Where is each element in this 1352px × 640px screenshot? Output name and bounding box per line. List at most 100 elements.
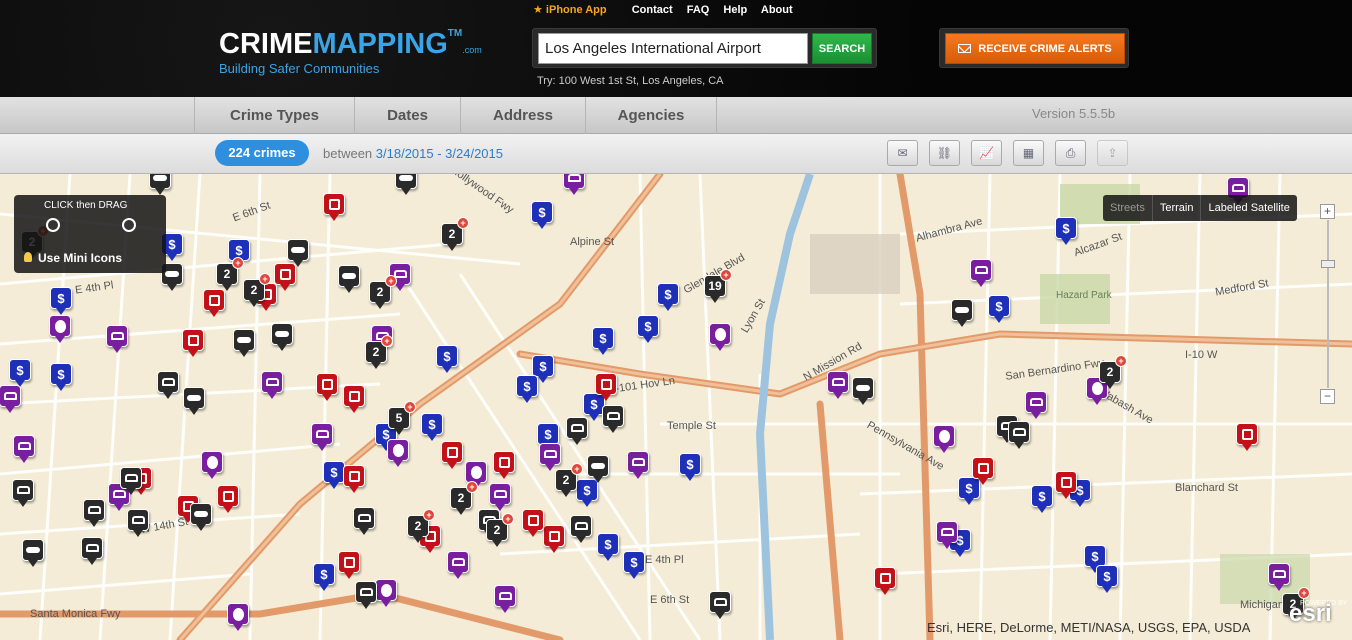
date-range-link[interactable]: 3/18/2015 - 3/24/2015 [376, 146, 503, 161]
burglary-marker[interactable] [81, 537, 103, 565]
email-button[interactable]: ✉ [887, 140, 918, 166]
burglary-marker[interactable]: +2 [450, 481, 478, 515]
theft-marker[interactable]: $ [958, 477, 980, 505]
basemap-streets[interactable]: Streets [1103, 195, 1153, 221]
theft-marker[interactable]: $ [1055, 217, 1077, 245]
burglary-marker[interactable]: +19 [704, 269, 732, 303]
burglary-marker[interactable] [355, 581, 377, 609]
theft-marker[interactable]: $ [637, 315, 659, 343]
vehicle-marker[interactable] [970, 259, 992, 287]
burglary-marker[interactable]: +2 [365, 335, 393, 369]
burglary-marker[interactable] [338, 265, 360, 293]
burglary-marker[interactable] [395, 174, 417, 195]
vehicle-marker[interactable] [49, 315, 71, 343]
faq-link[interactable]: FAQ [687, 4, 710, 16]
tab-agencies[interactable]: Agencies [585, 97, 717, 134]
vehicle-marker[interactable] [933, 425, 955, 453]
print-button[interactable]: ⎙ [1055, 140, 1086, 166]
mini-icons-toggle[interactable]: Use Mini Icons [24, 251, 122, 265]
logo[interactable]: CRIMEMAPPINGTM .com [219, 28, 482, 61]
assault-marker[interactable] [343, 465, 365, 493]
vehicle-marker[interactable] [261, 371, 283, 399]
burglary-marker[interactable] [951, 299, 973, 327]
burglary-marker[interactable]: +2 [555, 463, 583, 497]
search-input[interactable] [538, 33, 808, 64]
vehicle-marker[interactable] [227, 603, 249, 631]
basemap-labeled-satellite[interactable]: Labeled Satellite [1201, 195, 1296, 221]
theft-marker[interactable]: $ [531, 201, 553, 229]
burglary-marker[interactable] [233, 329, 255, 357]
tab-address[interactable]: Address [460, 97, 585, 134]
theft-marker[interactable]: $ [323, 461, 345, 489]
burglary-marker[interactable]: +5 [388, 401, 416, 435]
burglary-marker[interactable] [120, 467, 142, 495]
link-button[interactable]: ⛓ [929, 140, 960, 166]
theft-marker[interactable]: $ [592, 327, 614, 355]
assault-marker[interactable] [343, 385, 365, 413]
assault-marker[interactable] [203, 289, 225, 317]
receive-alerts-button[interactable]: RECEIVE CRIME ALERTS [945, 33, 1125, 64]
vehicle-marker[interactable] [13, 435, 35, 463]
zoom-thumb[interactable] [1321, 260, 1335, 268]
about-link[interactable]: About [761, 4, 793, 16]
vehicle-marker[interactable] [1025, 391, 1047, 419]
zoom-in-icon[interactable] [46, 218, 60, 232]
zoom-minus-button[interactable]: − [1320, 389, 1335, 404]
table-button[interactable]: ▦ [1013, 140, 1044, 166]
assault-marker[interactable] [1236, 423, 1258, 451]
burglary-marker[interactable] [12, 479, 34, 507]
burglary-marker[interactable] [149, 174, 171, 195]
vehicle-marker[interactable] [827, 371, 849, 399]
crime-count-badge[interactable]: 224 crimes [215, 140, 309, 166]
assault-marker[interactable] [522, 509, 544, 537]
assault-marker[interactable] [338, 551, 360, 579]
burglary-marker[interactable]: +2 [1099, 355, 1127, 389]
theft-marker[interactable]: $ [50, 287, 72, 315]
burglary-marker[interactable] [190, 503, 212, 531]
vehicle-marker[interactable] [1268, 563, 1290, 591]
theft-marker[interactable]: $ [1096, 565, 1118, 593]
theft-marker[interactable]: $ [537, 423, 559, 451]
burglary-marker[interactable] [602, 405, 624, 433]
theft-marker[interactable]: $ [9, 359, 31, 387]
burglary-marker[interactable] [353, 507, 375, 535]
vehicle-marker[interactable] [311, 423, 333, 451]
vehicle-marker[interactable] [563, 174, 585, 195]
assault-marker[interactable] [217, 485, 239, 513]
burglary-marker[interactable] [287, 239, 309, 267]
zoom-plus-button[interactable]: + [1320, 204, 1335, 219]
esri-logo[interactable]: esri [1289, 600, 1332, 628]
theft-marker[interactable]: $ [421, 413, 443, 441]
burglary-marker[interactable] [566, 417, 588, 445]
assault-marker[interactable] [441, 441, 463, 469]
assault-marker[interactable] [316, 373, 338, 401]
vehicle-marker[interactable] [627, 451, 649, 479]
theft-marker[interactable]: $ [532, 355, 554, 383]
crime-map[interactable]: E 6th St Hollywood Fwy Alpine St Alhambr… [0, 174, 1352, 640]
vehicle-marker[interactable] [936, 521, 958, 549]
vehicle-marker[interactable] [387, 439, 409, 467]
burglary-marker[interactable] [709, 591, 731, 619]
theft-marker[interactable]: $ [1031, 485, 1053, 513]
vehicle-marker[interactable] [201, 451, 223, 479]
vehicle-marker[interactable] [447, 551, 469, 579]
zoom-out-icon[interactable] [122, 218, 136, 232]
vehicle-marker[interactable] [106, 325, 128, 353]
assault-marker[interactable] [182, 329, 204, 357]
burglary-marker[interactable] [157, 371, 179, 399]
burglary-marker[interactable] [1008, 421, 1030, 449]
theft-marker[interactable]: $ [436, 345, 458, 373]
burglary-marker[interactable]: +2 [369, 275, 397, 309]
zoom-slider[interactable]: + − [1320, 204, 1336, 404]
theft-marker[interactable]: $ [657, 283, 679, 311]
assault-marker[interactable] [1055, 471, 1077, 499]
theft-marker[interactable]: $ [597, 533, 619, 561]
burglary-marker[interactable] [570, 515, 592, 543]
assault-marker[interactable] [874, 567, 896, 595]
burglary-marker[interactable] [852, 377, 874, 405]
theft-marker[interactable]: $ [313, 563, 335, 591]
theft-marker[interactable]: $ [623, 551, 645, 579]
search-button[interactable]: SEARCH [812, 33, 872, 64]
burglary-marker[interactable] [587, 455, 609, 483]
theft-marker[interactable]: $ [1084, 545, 1106, 573]
